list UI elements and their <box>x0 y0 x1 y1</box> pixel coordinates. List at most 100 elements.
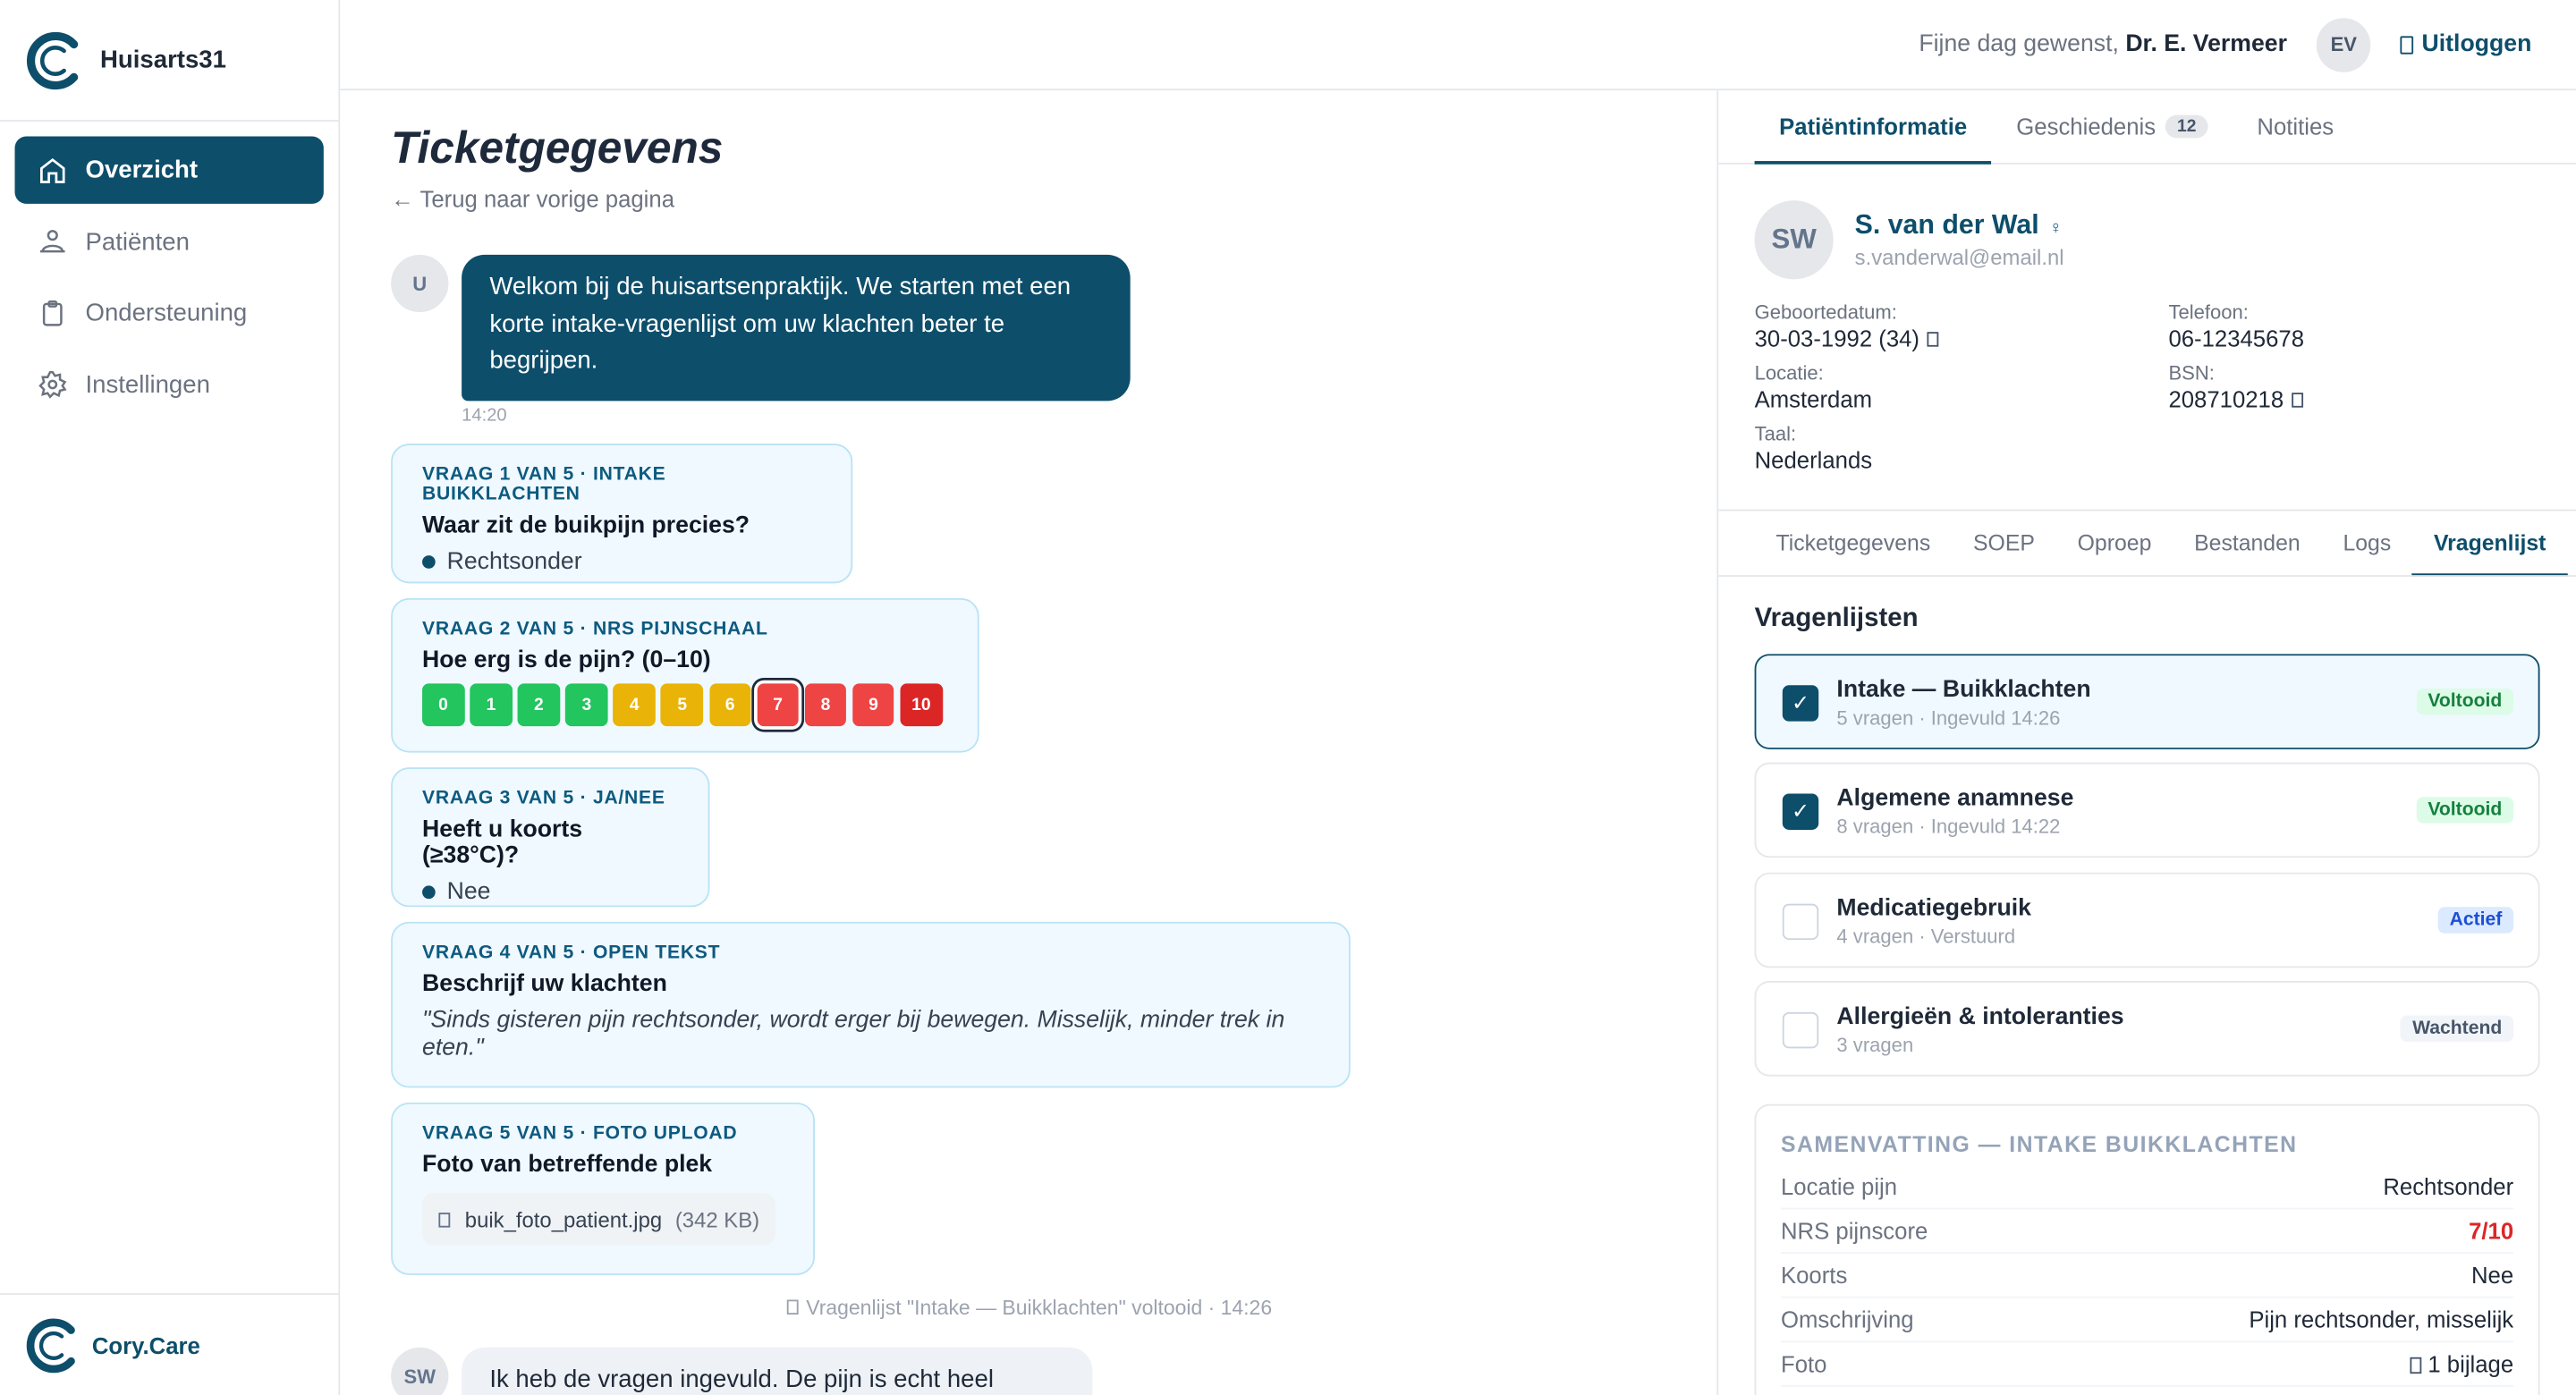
checkbox[interactable] <box>1782 903 1819 941</box>
scale-option-6[interactable]: 6 <box>708 683 751 727</box>
brand: Huisarts31 <box>0 0 339 122</box>
sidebar-item-patienten[interactable]: Patiënten <box>15 207 324 275</box>
question-label: VRAAG 1 VAN 5 · INTAKE BUIKKLACHTEN <box>422 465 666 505</box>
questionnaire-subtitle: 3 vragen <box>1836 1033 1914 1057</box>
chat-panel: Ticketgegevens ← Terug naar vorige pagin… <box>340 90 1719 1395</box>
scale-option-1[interactable]: 1 <box>470 683 513 727</box>
brand-name: Huisarts31 <box>100 46 226 74</box>
tab-bestanden[interactable]: Bestanden <box>2173 511 2321 575</box>
scale-option-9[interactable]: 9 <box>852 683 894 727</box>
question-card-4: VRAAG 4 VAN 5 · OPEN TEKST Beschrijf uw … <box>391 921 1351 1088</box>
summary-row: Koorts Nee <box>1780 1254 2514 1298</box>
female-icon: ♀ <box>2048 218 2063 239</box>
checkbox[interactable]: ✓ <box>1782 685 1819 722</box>
questionnaire-title: Medicatiegebruik <box>1836 895 2031 922</box>
logout-button[interactable]: Uitloggen <box>2400 31 2531 57</box>
summary-row: Foto 1 bijlage <box>1780 1342 2514 1387</box>
home-icon <box>39 157 65 182</box>
question-label: VRAAG 4 VAN 5 · OPEN TEKST <box>422 943 721 963</box>
copy-icon[interactable] <box>1928 331 1940 346</box>
field-location: Locatie: Amsterdam <box>1754 361 1873 413</box>
message-time: 14:20 <box>462 405 507 426</box>
avatar: SW <box>391 1347 449 1395</box>
panel-tabs: Patiëntinformatie Geschiedenis 12 Notitie… <box>1718 90 2576 165</box>
sidebar-item-instellingen[interactable]: Instellingen <box>15 351 324 418</box>
question-answer: "Sinds gisteren pijn rechtsonder, wordt … <box>422 1007 1285 1062</box>
question-card-5: VRAAG 5 VAN 5 · FOTO UPLOAD Foto van bet… <box>391 1102 816 1275</box>
tab-notities[interactable]: Notities <box>2233 90 2359 163</box>
sidebar-item-overzicht[interactable]: Overzicht <box>14 136 324 204</box>
gear-icon <box>38 370 67 399</box>
tab-vragenlijst[interactable]: Vragenlijst <box>2412 511 2568 577</box>
sidebar-item-label: Patiënten <box>85 227 190 256</box>
welcome-message: Welkom bij de huisartsenpraktijk. We sta… <box>462 254 1131 401</box>
questionnaire-subtitle: 5 vragen · Ingevuld 14:26 <box>1836 706 2061 730</box>
checkbox[interactable]: ✓ <box>1782 793 1819 830</box>
logo-icon <box>27 30 79 89</box>
question-title: Heeft u koorts (≥38°C)? <box>422 816 583 870</box>
users-icon <box>39 230 65 253</box>
question-card-1: VRAAG 1 VAN 5 · INTAKE BUIKKLACHTEN Waar… <box>391 444 853 584</box>
clipboard-icon <box>42 300 63 326</box>
question-card-3: VRAAG 3 VAN 5 · JA/NEE Heeft u koorts (≥… <box>391 767 710 908</box>
question-label: VRAAG 3 VAN 5 · JA/NEE <box>422 789 665 809</box>
patient-name: S. van der Wal ♀ <box>1854 210 2063 241</box>
count-badge: 12 <box>2165 114 2208 139</box>
pain-scale: 0 1 2 3 4 5 6 7 8 9 10 <box>422 683 948 727</box>
copy-icon[interactable] <box>2292 392 2304 407</box>
scale-option-5[interactable]: 5 <box>661 683 704 727</box>
field-bsn: BSN: 208710218 <box>2168 361 2546 412</box>
question-answer: Rechtsonder <box>422 549 821 575</box>
checkbox[interactable] <box>1782 1011 1819 1049</box>
sidebar-item-label: Ondersteuning <box>85 299 248 327</box>
question-title: Hoe erg is de pijn? (0–10) <box>422 647 711 674</box>
attachment-icon <box>2410 1357 2422 1374</box>
sidebar-item-label: Overzicht <box>85 156 199 184</box>
patient-email: s.vanderwal@email.nl <box>1854 244 2064 270</box>
scale-option-2[interactable]: 2 <box>517 683 560 727</box>
scale-option-4[interactable]: 4 <box>613 683 656 727</box>
tab-oproep[interactable]: Oproep <box>2056 511 2173 575</box>
questionnaire-card[interactable]: ✓ Intake — Buikklachten 5 vragen · Ingev… <box>1754 654 2540 749</box>
scale-option-7[interactable]: 7 <box>757 683 800 727</box>
ticket-tabs: Ticketgegevens SOEP Oproep Bestanden Log… <box>1755 511 2568 577</box>
cory-logo-icon <box>26 1317 75 1373</box>
questionnaire-card[interactable]: ✓ Algemene anamnese 8 vragen · Ingevuld … <box>1754 762 2540 858</box>
questionnaire-card[interactable]: Medicatiegebruik 4 vragen · Verstuurd Ac… <box>1754 872 2540 968</box>
field-language: Taal: Nederlands <box>1754 422 1873 474</box>
question-title: Foto van betreffende plek <box>422 1152 713 1179</box>
scale-option-10[interactable]: 10 <box>900 683 943 727</box>
scale-option-3[interactable]: 3 <box>565 683 608 727</box>
status-badge: Wachtend <box>2401 1015 2514 1042</box>
question-answer: Nee <box>422 879 679 905</box>
sidebar-item-ondersteuning[interactable]: Ondersteuning <box>15 279 324 346</box>
question-card-2: VRAAG 2 VAN 5 · NRS PIJNSCHAAL Hoe erg i… <box>391 597 979 753</box>
questionnaire-title: Algemene anamnese <box>1836 785 2074 812</box>
scale-option-0[interactable]: 0 <box>422 683 465 727</box>
status-badge: Voltooid <box>2416 688 2514 715</box>
avatar: U <box>391 254 449 313</box>
questionnaire-title: Allergieën & intoleranties <box>1836 1003 2124 1031</box>
patient-avatar: SW <box>1754 200 1834 280</box>
back-link[interactable]: ← Terug naar vorige pagina <box>391 186 674 212</box>
questionnaire-subtitle: 4 vragen · Verstuurd <box>1836 925 2016 949</box>
topbar: Fijne dag gewenst, Dr. E. Vermeer EV Uit… <box>340 0 2576 91</box>
question-title: Waar zit de buikpijn precies? <box>422 512 750 539</box>
patient-panel: Patiëntinformatie Geschiedenis 12 Notitie… <box>1718 90 2576 1395</box>
summary-row: Omschrijving Pijn rechtsonder, misselijk <box>1780 1298 2514 1343</box>
tab-soep[interactable]: SOEP <box>1952 511 2056 575</box>
avatar[interactable]: EV <box>2317 17 2371 72</box>
status-badge: Actief <box>2437 907 2514 934</box>
scale-option-8[interactable]: 8 <box>804 683 847 727</box>
tab-patientinformatie[interactable]: Patiëntinformatie <box>1754 90 1993 165</box>
tab-geschiedenis[interactable]: Geschiedenis 12 <box>1992 90 2233 163</box>
questionnaire-card[interactable]: Allergieën & intoleranties 3 vragen Wach… <box>1754 980 2540 1077</box>
status-badge: Voltooid <box>2416 797 2514 824</box>
tab-logs[interactable]: Logs <box>2322 511 2413 575</box>
tab-ticketgegevens[interactable]: Ticketgegevens <box>1755 511 1953 575</box>
page-title: Ticketgegevens <box>391 123 724 173</box>
sidebar: Huisarts31 Overzicht Patiënten Ondersteu… <box>0 0 341 1395</box>
summary-card: SAMENVATTING — INTAKE BUIKKLACHTEN Locat… <box>1754 1103 2540 1395</box>
file-attachment[interactable]: buik_foto_patient.jpg (342 KB) <box>422 1193 776 1246</box>
logout-icon <box>2400 35 2414 54</box>
